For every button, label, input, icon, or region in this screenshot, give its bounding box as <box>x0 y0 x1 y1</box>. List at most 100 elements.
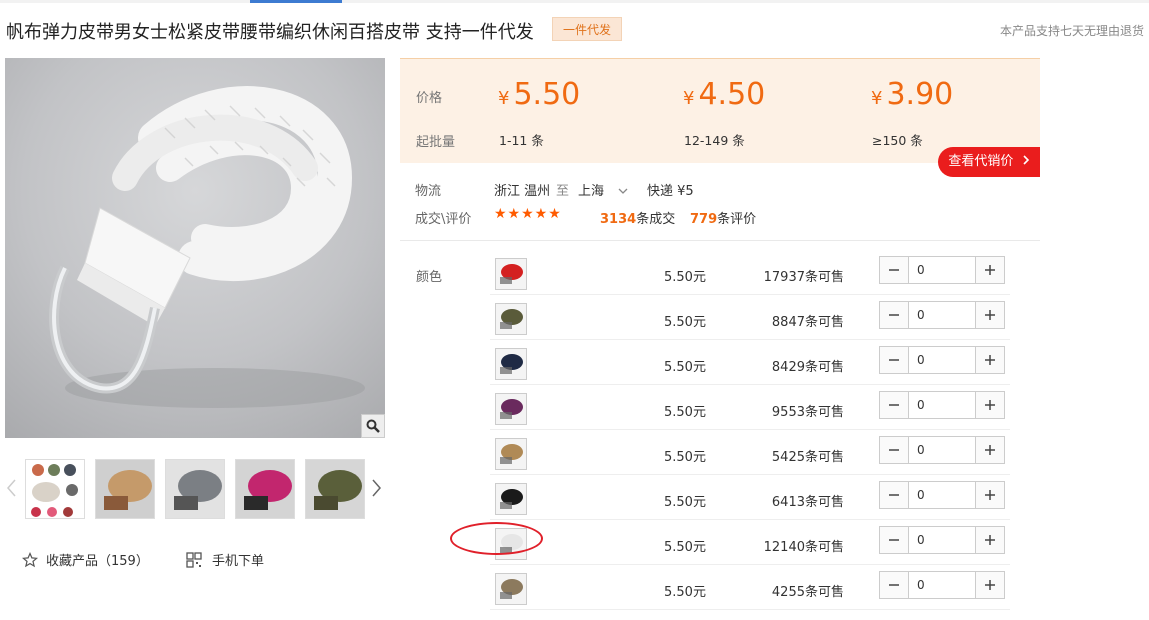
quantity-stepper: 0 <box>879 571 1005 599</box>
decrement-button[interactable] <box>880 392 908 418</box>
sku-swatch[interactable] <box>495 438 527 470</box>
tier-range: 1-11 条 <box>499 133 544 148</box>
return-policy-note: 本产品支持七天无理由退货 <box>999 24 1144 38</box>
currency-symbol: ¥ <box>871 88 883 109</box>
quantity-input[interactable]: 0 <box>908 572 976 598</box>
decrement-button[interactable] <box>880 257 908 283</box>
chevron-right-icon <box>372 479 381 497</box>
section-divider <box>400 240 1040 241</box>
decrement-button[interactable] <box>880 482 908 508</box>
currency-symbol: ¥ <box>683 88 695 109</box>
star-outline-icon <box>22 551 38 567</box>
sku-row: 5.50元 8847条可售 0 <box>490 295 1010 340</box>
plus-icon <box>985 400 995 410</box>
plus-icon <box>985 580 995 590</box>
minus-icon <box>889 359 899 361</box>
thumbnail-4[interactable] <box>235 459 295 519</box>
quantity-input[interactable]: 0 <box>908 437 976 463</box>
thumbnail-3[interactable] <box>165 459 225 519</box>
sku-row: 5.50元 4255条可售 0 <box>490 565 1010 610</box>
favorite-button[interactable]: 收藏产品（159） <box>22 550 149 569</box>
view-agent-price-button[interactable]: 查看代销价 <box>938 147 1040 177</box>
sku-stock: 8847条可售 <box>771 315 844 330</box>
decrement-button[interactable] <box>880 572 908 598</box>
sku-price: 5.50元 <box>664 585 706 600</box>
decrement-button[interactable] <box>880 347 908 373</box>
thumbnail-2[interactable] <box>95 459 155 519</box>
agent-price-label: 查看代销价 <box>948 154 1014 169</box>
quantity-stepper: 0 <box>879 481 1005 509</box>
deal-count-suffix: 条成交 <box>636 212 676 227</box>
zoom-button[interactable] <box>361 414 385 438</box>
sku-row: 5.50元 6413条可售 0 <box>490 475 1010 520</box>
quantity-stepper: 0 <box>879 391 1005 419</box>
chevron-right-icon <box>1023 155 1029 165</box>
thumbnail-next-button[interactable] <box>371 478 383 498</box>
sku-price: 5.50元 <box>664 270 706 285</box>
thumbnail-prev-button[interactable] <box>5 478 17 498</box>
dropship-badge: 一件代发 <box>552 17 623 41</box>
moq-label: 起批量 <box>416 135 456 150</box>
increment-button[interactable] <box>976 437 1004 463</box>
quantity-stepper: 0 <box>879 301 1005 329</box>
thumbnail-1[interactable] <box>25 459 85 519</box>
decrement-button[interactable] <box>880 527 908 553</box>
sku-price: 5.50元 <box>664 405 706 420</box>
sku-swatch[interactable] <box>495 483 527 515</box>
decrement-button[interactable] <box>880 302 908 328</box>
plus-icon <box>985 310 995 320</box>
deal-count[interactable]: 3134条成交 <box>600 208 675 227</box>
increment-button[interactable] <box>976 527 1004 553</box>
sku-swatch[interactable] <box>495 393 527 425</box>
deal-count-value: 3134 <box>600 212 637 227</box>
plus-icon <box>985 265 995 275</box>
price-label: 价格 <box>416 91 443 106</box>
tier-price: ¥3.90 <box>871 77 953 112</box>
shipping-fee: 快递 ¥5 <box>647 184 694 199</box>
mobile-order-button[interactable]: 手机下单 <box>186 550 264 569</box>
quantity-input[interactable]: 0 <box>908 257 976 283</box>
sku-swatch[interactable] <box>495 348 527 380</box>
ship-to-select[interactable]: 上海 <box>578 180 628 199</box>
tier-price-value: 5.50 <box>513 77 581 112</box>
favorite-label: 收藏产品（159） <box>46 554 149 569</box>
deals-label: 成交\评价 <box>415 212 472 227</box>
thumbnail-5[interactable] <box>305 459 365 519</box>
quantity-stepper: 0 <box>879 526 1005 554</box>
sku-stock: 5425条可售 <box>771 450 844 465</box>
qr-code-icon <box>186 551 202 568</box>
quantity-input[interactable]: 0 <box>908 527 976 553</box>
sku-row: 5.50元 5425条可售 0 <box>490 430 1010 475</box>
quantity-input[interactable]: 0 <box>908 482 976 508</box>
sku-swatch-image <box>496 484 526 514</box>
quantity-input[interactable]: 0 <box>908 347 976 373</box>
quantity-input[interactable]: 0 <box>908 302 976 328</box>
increment-button[interactable] <box>976 347 1004 373</box>
increment-button[interactable] <box>976 392 1004 418</box>
chevron-left-icon <box>7 479 16 497</box>
review-count[interactable]: 779条评价 <box>690 208 756 227</box>
ship-to-value: 上海 <box>578 184 605 199</box>
increment-button[interactable] <box>976 572 1004 598</box>
sku-swatch[interactable] <box>495 303 527 335</box>
sku-price: 5.50元 <box>664 360 706 375</box>
sku-row: 5.50元 8429条可售 0 <box>490 340 1010 385</box>
review-count-value: 779 <box>690 212 718 227</box>
thumbnail-image <box>236 460 294 518</box>
plus-icon <box>985 490 995 500</box>
main-product-image[interactable] <box>5 58 385 438</box>
sku-swatch[interactable] <box>495 573 527 605</box>
increment-button[interactable] <box>976 482 1004 508</box>
sku-swatch[interactable] <box>495 258 527 290</box>
increment-button[interactable] <box>976 302 1004 328</box>
price-panel: 价格 起批量 ¥5.50 1-11 条 ¥4.50 12-149 条 ¥3.90… <box>400 58 1040 163</box>
thumbnail-image <box>96 460 154 518</box>
sku-swatch-image <box>496 394 526 424</box>
color-label: 颜色 <box>416 270 443 285</box>
sku-swatch-image <box>496 439 526 469</box>
increment-button[interactable] <box>976 257 1004 283</box>
decrement-button[interactable] <box>880 437 908 463</box>
product-title: 帆布弹力皮带男女士松紧皮带腰带编织休闲百搭皮带 支持一件代发 <box>6 22 534 43</box>
quantity-input[interactable]: 0 <box>908 392 976 418</box>
thumbnail-image <box>306 460 364 518</box>
